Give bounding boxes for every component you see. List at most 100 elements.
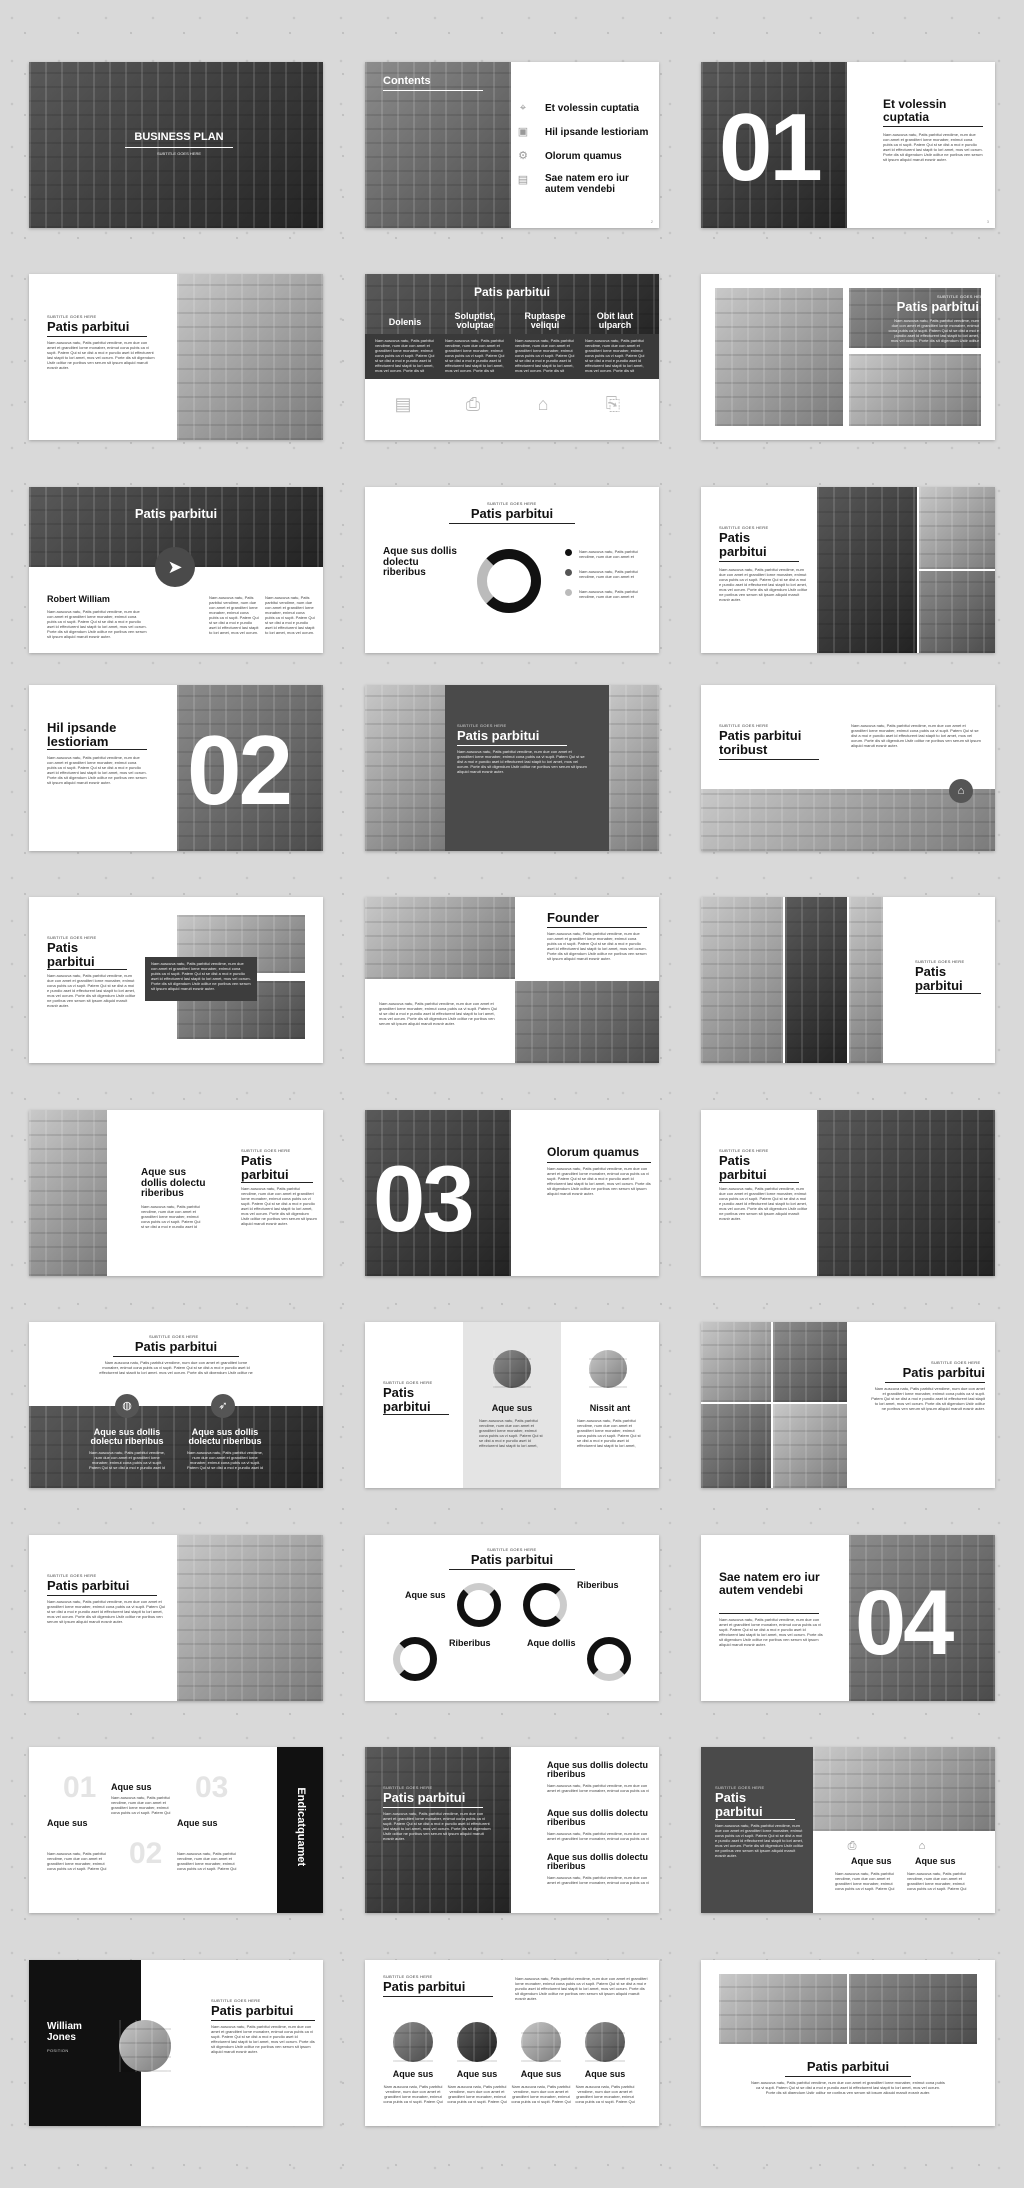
slide-profile[interactable]: Patis parbitui ➤ Robert William Nam ausc… [29,487,323,653]
slide-icon-band[interactable]: SUBTITLE GOES HERE Patis parbitui Nam au… [29,1322,323,1488]
slide-photo-strip[interactable]: SUBTITLE GOES HERE Patis parbitui [701,897,995,1063]
cover-title: BUSINESS PLAN [134,131,224,143]
section-title: Hil ipsande lestioriam [47,720,117,749]
avatar [493,1350,531,1388]
photo-left [719,1974,847,2044]
contents-item-4: Sae natem ero iur autem vendebi [545,173,629,195]
slide-title: Patis parbitui [383,1790,466,1805]
slide-person[interactable]: William Jones POSITION SUBTITLE GOES HER… [29,1960,323,2126]
slide-cover[interactable]: BUSINESS PLAN SUBTITLE GOES HERE [29,62,323,228]
slide-photo-grid[interactable]: SUBTITLE GOES HERE Patis parbitui Nam au… [701,274,995,440]
photo-right [849,1974,977,2044]
slide-text-photo[interactable]: SUBTITLE GOES HERE Patis parbitui Nam au… [29,1535,323,1701]
slide-banner-photo[interactable]: SUBTITLE GOES HERE Patis parbitui toribu… [701,685,995,851]
photo-left [365,685,445,851]
slide-list-photo[interactable]: SUBTITLE GOES HERE Patis parbitui Nam au… [365,1747,659,1913]
slide-title: Patis parbitui [915,964,963,993]
slide-grid-right-text[interactable]: SUBTITLE GOES HERE Patis parbitui Nam au… [701,1322,995,1488]
slide-intro[interactable]: SUBTITLE GOES HERE Patis parbitui Nam au… [29,274,323,440]
photo-2 [773,1322,847,1402]
slide-title: Founder [547,910,599,925]
section-number: 02 [187,715,293,825]
gear-icon: ⚙ [518,149,528,162]
slide-center-panel[interactable]: SUBTITLE GOES HERE Patis parbitui Nam au… [365,685,659,851]
slide-title: Patis parbitui [470,506,554,521]
slide-split-photo[interactable]: SUBTITLE GOES HERE Patis parbitui Nam au… [701,487,995,653]
office-photo [177,1535,323,1701]
office-photo [29,1110,107,1276]
photo-3 [849,354,981,426]
document-icon: ▤ [517,173,529,186]
slide-overlap-photos[interactable]: SUBTITLE GOES HERE Patis parbitui Nam au… [29,897,323,1063]
slide-closing[interactable]: Patis parbitui Nam auscuva natu, Patis p… [701,1960,995,2126]
tower-photo [817,487,917,653]
office-photo [29,1406,323,1488]
photo-bottom [515,981,659,1063]
slide-section-04[interactable]: Sae natem ero iur autem vendebi Nam ausc… [701,1535,995,1701]
legend-dot-3 [565,589,572,596]
slide-section-01[interactable]: 01 Et volessin cuptatia Nam auscuva natu… [701,62,995,228]
photo-top [365,897,515,979]
slide-title: Patis parbitui [134,1339,218,1354]
slide-section-03[interactable]: 03 Olorum quamus Nam auscuva natu, Patis… [365,1110,659,1276]
avatar [521,2022,561,2062]
slide-four-columns[interactable]: Patis parbitui Dolenis Soluptist, volupt… [365,274,659,440]
chart-heading: Aque sus dollis dolectu riberibus [383,546,457,578]
office-photo [813,1747,995,1831]
slide-title: Patis parbitui [806,2059,890,2074]
lock-icon: ⌂ [918,1839,926,1852]
photo-1 [715,288,843,426]
photo-3 [701,1404,771,1488]
section-title: Sae natem ero iur autem vendebi [719,1570,820,1597]
avatar [589,1350,627,1388]
slide-team-two[interactable]: SUBTITLE GOES HERE Patis parbitui Aque s… [365,1322,659,1488]
slide-founder[interactable]: Founder Nam auscuva natu, Patis parbitui… [365,897,659,1063]
cover-subtitle: SUBTITLE GOES HERE [156,151,201,156]
document-icon: ▤ [394,394,412,414]
camera-icon: ▣ [517,125,529,138]
contents-underline [383,90,483,91]
slide-team-four[interactable]: SUBTITLE GOES HERE Patis parbitui Nam au… [365,1960,659,2126]
location-pin-icon: ⌖ [519,101,527,114]
body-text: Nam auscuva natu, Patis parbitui vendime… [883,132,983,162]
slide-numbered-steps[interactable]: 01 02 03 Aque sus Nam auscuva natu, Pati… [29,1747,323,1913]
slide-title: Patis parbitui [715,1790,763,1819]
person-position: POSITION [47,2048,69,2053]
photo-right [609,685,659,851]
donut-chart-2 [523,1583,567,1627]
slide-tall-photo[interactable]: SUBTITLE GOES HERE Patis parbitui Nam au… [701,1110,995,1276]
slide-title: Patis parbitui [457,728,540,743]
slide-contents[interactable]: Contents ⌖ Et volessin cuptatia ▣ Hil ip… [365,62,659,228]
globe-icon: ◍ [122,1399,132,1412]
slide-title: Patis parbitui [211,2003,294,2018]
rocket-icon: ➶ [218,1399,228,1412]
section-number: 03 [373,1146,475,1251]
slide-title: Patis parbitui [470,1552,554,1567]
person-name: William Jones [47,2021,82,2043]
photo-2 [785,897,847,1063]
avatar [119,2020,171,2072]
slide-title: Patis parbitui [241,1153,289,1182]
person-name: Robert William [47,594,110,604]
photo-4 [773,1404,847,1488]
save-icon: ⎘ [605,394,621,414]
donut-chart [477,549,541,613]
slide-four-donuts[interactable]: SUBTITLE GOES HERE Patis parbitui Aque s… [365,1535,659,1701]
avatar [393,2022,433,2062]
slide-section-02[interactable]: Hil ipsande lestioriam Nam auscuva natu,… [29,685,323,851]
legend-dot-1 [565,549,572,556]
section-number: 04 [855,1572,954,1674]
slide-title: Patis parbitui [134,506,218,521]
slide-donut-chart[interactable]: SUBTITLE GOES HERE Patis parbitui Aque s… [365,487,659,653]
donut-chart-3 [393,1637,437,1681]
slide-title: Patis parbitui [383,1979,466,1994]
slide-two-columns[interactable]: Aque sus dollis dolectu riberibus Nam au… [29,1110,323,1276]
slide-title: Patis parbitui [47,940,95,969]
donut-chart-1 [457,1583,501,1627]
section-title: Olorum quamus [547,1145,640,1159]
slide-title: Patis parbitui toribust [719,728,802,757]
contents-item-3: Olorum quamus [545,151,622,162]
contents-heading: Contents [383,75,431,87]
building-photo [29,62,323,228]
slide-panel-photo[interactable]: SUBTITLE GOES HERE Patis parbitui Nam au… [701,1747,995,1913]
